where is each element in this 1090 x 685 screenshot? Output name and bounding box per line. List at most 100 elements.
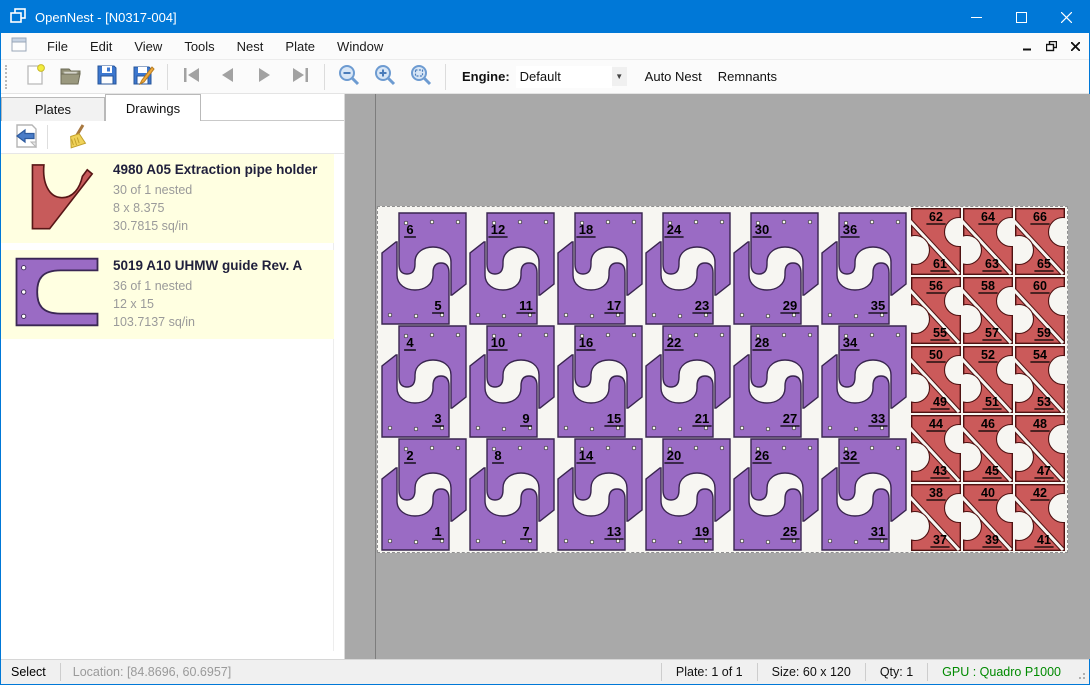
toolbar-grip[interactable]	[5, 65, 8, 89]
menu-nest[interactable]: Nest	[226, 34, 275, 59]
toolbar-separator	[47, 125, 48, 149]
drawing-area: 103.7137 sq/in	[113, 313, 302, 331]
mdi-restore-button[interactable]	[1043, 39, 1059, 55]
list-item[interactable]: 4980 A05 Extraction pipe holder 30 of 1 …	[1, 154, 334, 243]
nest-part-pair-purple[interactable]: 3029	[734, 213, 818, 324]
svg-text:52: 52	[981, 348, 995, 362]
svg-text:33: 33	[871, 411, 885, 426]
nest-part-pair-purple[interactable]: 109	[470, 326, 554, 437]
nest-part-pair-purple[interactable]: 2423	[646, 213, 730, 324]
svg-text:8: 8	[494, 448, 501, 463]
nest-part-pair-red[interactable]: 6261	[901, 209, 974, 275]
nest-part-pair-red[interactable]: 6665	[1005, 209, 1068, 275]
engine-label: Engine:	[462, 69, 510, 84]
back-arrow-document-icon	[13, 123, 39, 152]
tab-drawings[interactable]: Drawings	[105, 94, 201, 121]
next-plate-button[interactable]	[246, 62, 282, 92]
tab-plates[interactable]: Plates	[1, 97, 105, 121]
nest-part-pair-purple[interactable]: 2019	[646, 439, 730, 550]
nest-part-pair-red[interactable]: 5857	[953, 278, 1026, 344]
nest-part-pair-purple[interactable]: 1211	[470, 213, 554, 324]
title-bar: OpenNest - [N0317-004]	[1, 1, 1089, 33]
previous-plate-button[interactable]	[210, 62, 246, 92]
nest-part-pair-red[interactable]: 3837	[901, 485, 974, 551]
nest-part-pair-red[interactable]: 5049	[901, 347, 974, 413]
nest-part-pair-purple[interactable]: 2827	[734, 326, 818, 437]
nest-part-pair-purple[interactable]: 1817	[558, 213, 642, 324]
close-button[interactable]	[1044, 1, 1089, 33]
list-item[interactable]: 5019 A10 UHMW guide Rev. A 36 of 1 neste…	[1, 250, 334, 339]
menu-bar: File Edit View Tools Nest Plate Window	[1, 33, 1089, 60]
nest-part-pair-purple[interactable]: 2625	[734, 439, 818, 550]
nest-part-pair-red[interactable]: 5655	[901, 278, 974, 344]
resize-grip[interactable]	[1075, 663, 1087, 681]
nest-part-pair-purple[interactable]: 21	[382, 439, 466, 550]
nest-part-pair-purple[interactable]: 65	[382, 213, 466, 324]
mdi-close-button[interactable]	[1067, 39, 1083, 55]
nest-part-pair-purple[interactable]: 3433	[822, 326, 906, 437]
last-plate-button[interactable]	[282, 62, 318, 92]
clear-button[interactable]	[60, 123, 94, 151]
drawing-thumbnail	[11, 256, 107, 331]
maximize-button[interactable]	[999, 1, 1044, 33]
nest-part-pair-red[interactable]: 4039	[953, 485, 1026, 551]
remnants-button[interactable]: Remnants	[710, 63, 785, 90]
nest-part-pair-red[interactable]: 6463	[953, 209, 1026, 275]
svg-text:29: 29	[783, 298, 797, 313]
minimize-button[interactable]	[954, 1, 999, 33]
zoom-fit-button[interactable]	[403, 62, 439, 92]
nest-part-pair-red[interactable]: 5251	[953, 347, 1026, 413]
nest-canvas[interactable]: 6512111817242330293635431091615222128273…	[345, 94, 1090, 659]
save-icon	[95, 63, 119, 90]
return-to-drawings-button[interactable]	[9, 123, 43, 151]
drawing-size: 12 x 15	[113, 295, 302, 313]
first-plate-button[interactable]	[174, 62, 210, 92]
menu-view[interactable]: View	[123, 34, 173, 59]
nest-part-pair-purple[interactable]: 43	[382, 326, 466, 437]
nest-part-pair-red[interactable]: 4847	[1005, 416, 1068, 482]
svg-text:23: 23	[695, 298, 709, 313]
menu-plate[interactable]: Plate	[274, 34, 326, 59]
nest-part-pair-purple[interactable]: 3635	[822, 213, 906, 324]
drawings-toolbar	[1, 121, 344, 154]
svg-text:55: 55	[933, 326, 947, 340]
nest-part-pair-purple[interactable]: 1413	[558, 439, 642, 550]
nest-part-pair-red[interactable]: 5453	[1005, 347, 1068, 413]
nest-part-pair-purple[interactable]: 2221	[646, 326, 730, 437]
save-as-icon	[131, 63, 155, 90]
auto-nest-button[interactable]: Auto Nest	[637, 63, 710, 90]
mdi-minimize-button[interactable]	[1019, 39, 1035, 55]
svg-text:20: 20	[667, 448, 681, 463]
svg-text:11: 11	[519, 298, 533, 313]
plate[interactable]: 6512111817242330293635431091615222128273…	[377, 206, 1068, 553]
svg-text:18: 18	[579, 222, 593, 237]
save-as-button[interactable]	[125, 62, 161, 92]
open-button[interactable]	[53, 62, 89, 92]
svg-text:43: 43	[933, 464, 947, 478]
zoom-out-button[interactable]	[331, 62, 367, 92]
engine-value: Default	[520, 69, 561, 84]
nest-part-pair-red[interactable]: 4443	[901, 416, 974, 482]
nest-part-pair-red[interactable]: 6059	[1005, 278, 1068, 344]
new-button[interactable]	[17, 62, 53, 92]
svg-text:17: 17	[607, 298, 621, 313]
nest-part-pair-purple[interactable]: 1615	[558, 326, 642, 437]
nest-part-pair-purple[interactable]: 87	[470, 439, 554, 550]
toolbar-separator	[445, 64, 446, 90]
svg-text:62: 62	[929, 210, 943, 224]
menu-tools[interactable]: Tools	[173, 34, 225, 59]
engine-select[interactable]: Default	[516, 66, 612, 88]
nest-part-pair-purple[interactable]: 3231	[822, 439, 906, 550]
menu-edit[interactable]: Edit	[79, 34, 123, 59]
nest-part-pair-red[interactable]: 4241	[1005, 485, 1068, 551]
svg-text:47: 47	[1037, 464, 1051, 478]
chevron-down-icon[interactable]: ▼	[612, 67, 627, 86]
nest-part-pair-red[interactable]: 4645	[953, 416, 1026, 482]
svg-text:40: 40	[981, 486, 995, 500]
svg-text:32: 32	[843, 448, 857, 463]
menu-file[interactable]: File	[36, 34, 79, 59]
zoom-in-button[interactable]	[367, 62, 403, 92]
menu-window[interactable]: Window	[326, 34, 394, 59]
save-button[interactable]	[89, 62, 125, 92]
plate-count: Plate: 1 of 1	[662, 665, 757, 679]
